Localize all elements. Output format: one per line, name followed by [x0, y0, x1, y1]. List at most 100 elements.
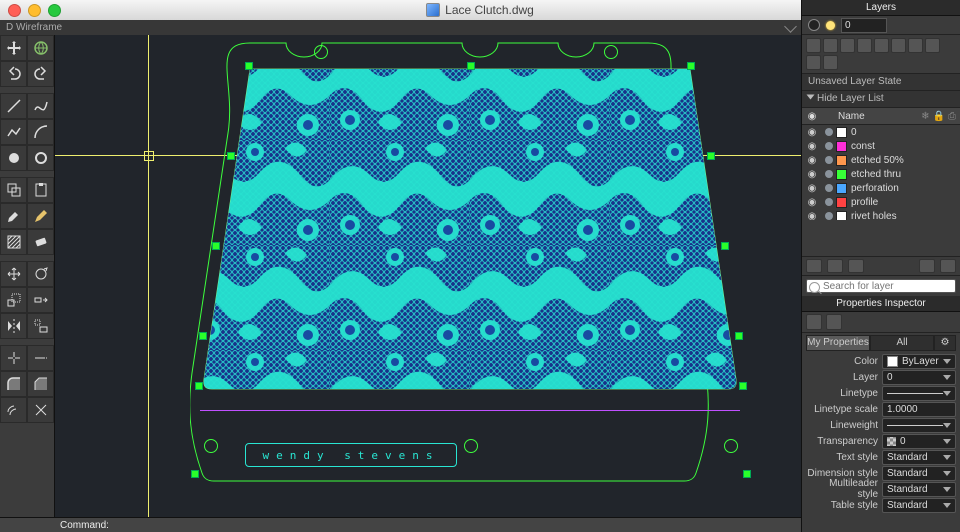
paste-tool[interactable] [27, 177, 54, 203]
current-layer-field[interactable] [841, 18, 887, 33]
zoom-window-button[interactable] [48, 4, 61, 17]
prop-layer-value[interactable]: 0 [882, 370, 956, 385]
layer-lock-icon[interactable] [874, 38, 889, 53]
prop-multileader-style-value[interactable]: Standard [882, 482, 956, 497]
eye-icon[interactable]: ◉ [802, 155, 822, 166]
layer-help-icon[interactable] [940, 259, 956, 273]
selection-grip[interactable] [195, 382, 203, 390]
eye-icon[interactable]: ◉ [802, 169, 822, 180]
rotate-tool[interactable] [27, 261, 54, 287]
prop-color-value[interactable]: ByLayer [882, 354, 956, 369]
prop-transparency-value[interactable]: 0 [882, 434, 956, 449]
move-tool[interactable] [0, 35, 27, 61]
layer-row[interactable]: ◉profile [802, 195, 960, 209]
layer-settings-icon[interactable] [919, 259, 935, 273]
layer-color-swatch[interactable] [836, 155, 847, 166]
ring-tool[interactable] [27, 145, 54, 171]
layer-previous-icon[interactable] [925, 38, 940, 53]
model-space-viewport[interactable]: wendy stevens [55, 35, 801, 518]
pencil-tool[interactable] [27, 203, 54, 229]
mirror-tool[interactable] [0, 313, 27, 339]
command-input[interactable] [113, 519, 801, 532]
no-selection-icon[interactable] [806, 314, 822, 330]
prop-linetype-scale-value[interactable]: 1.0000 [882, 402, 956, 417]
copy-tool[interactable] [0, 177, 27, 203]
selection-grip[interactable] [227, 152, 235, 160]
quick-select-icon[interactable] [826, 314, 842, 330]
layer-delete-icon[interactable] [823, 38, 838, 53]
selection-grip[interactable] [191, 470, 199, 478]
selection-grip[interactable] [721, 242, 729, 250]
circle-tool[interactable] [0, 145, 27, 171]
seg-all[interactable]: All [870, 335, 934, 351]
hatch-tool[interactable] [0, 229, 27, 255]
close-window-button[interactable] [8, 4, 21, 17]
align-tool[interactable] [27, 313, 54, 339]
selection-grip[interactable] [212, 242, 220, 250]
layer-color-swatch[interactable] [836, 183, 847, 194]
layer-row[interactable]: ◉0 [802, 125, 960, 139]
spline-tool[interactable] [27, 93, 54, 119]
eraser-tool[interactable] [27, 229, 54, 255]
layer-state-row[interactable]: Unsaved Layer State [802, 74, 960, 91]
selection-grip[interactable] [707, 152, 715, 160]
gear-icon[interactable]: ⚙ [934, 335, 956, 351]
chamfer-tool[interactable] [27, 371, 54, 397]
seg-my-properties[interactable]: My Properties [806, 335, 870, 351]
layer-new-icon[interactable] [806, 38, 821, 53]
visual-style-bar[interactable]: D Wireframe [0, 20, 801, 36]
layer-freeze-icon[interactable] [840, 38, 855, 53]
visibility-toggle-icon[interactable] [808, 19, 820, 31]
offset-tool[interactable] [0, 397, 27, 423]
command-line[interactable]: Command: [0, 517, 801, 532]
paint-tool[interactable] [0, 203, 27, 229]
layer-color-swatch[interactable] [836, 169, 847, 180]
layer-row[interactable]: ◉perforation [802, 181, 960, 195]
layer-isolate-icon[interactable] [806, 55, 821, 70]
layer-row[interactable]: ◉etched thru [802, 167, 960, 181]
layer-match-icon[interactable] [908, 38, 923, 53]
layer-row[interactable]: ◉etched 50% [802, 153, 960, 167]
layer-color-swatch[interactable] [836, 127, 847, 138]
globe-tool[interactable] [27, 35, 54, 61]
selection-grip[interactable] [687, 62, 695, 70]
layer-states-icon[interactable] [806, 259, 822, 273]
selection-grip[interactable] [735, 332, 743, 340]
eye-icon[interactable]: ◉ [802, 127, 822, 138]
layer-unisolate-icon[interactable] [823, 55, 838, 70]
layer-thaw-icon[interactable] [857, 38, 872, 53]
eye-icon[interactable]: ◉ [802, 197, 822, 208]
selection-grip[interactable] [739, 382, 747, 390]
trim-tool[interactable] [0, 345, 27, 371]
explode-tool[interactable] [27, 397, 54, 423]
layer-on-icon[interactable] [826, 21, 835, 30]
prop-linetype-value[interactable] [882, 386, 956, 401]
layer-row[interactable]: ◉const [802, 139, 960, 153]
prop-text-style-value[interactable]: Standard [882, 450, 956, 465]
eye-icon[interactable]: ◉ [802, 141, 822, 152]
eye-icon[interactable]: ◉ [802, 211, 822, 221]
layer-color-swatch[interactable] [836, 141, 847, 152]
stretch-tool[interactable] [27, 287, 54, 313]
eye-icon[interactable]: ◉ [802, 183, 822, 194]
prop-dimension-style-value[interactable]: Standard [882, 466, 956, 481]
layer-unlock-icon[interactable] [891, 38, 906, 53]
scale-tool[interactable] [0, 287, 27, 313]
pan-move-tool[interactable] [0, 261, 27, 287]
redo-tool[interactable] [27, 61, 54, 87]
layer-color-swatch[interactable] [836, 197, 847, 208]
polyline-tool[interactable] [0, 119, 27, 145]
name-column-header[interactable]: Name [836, 111, 902, 122]
fillet-tool[interactable] [0, 371, 27, 397]
arc-tool[interactable] [27, 119, 54, 145]
hide-layer-list-toggle[interactable]: Hide Layer List [802, 91, 960, 108]
layer-group-icon[interactable] [827, 259, 843, 273]
selection-grip[interactable] [199, 332, 207, 340]
layer-row[interactable]: ◉rivet holes [802, 209, 960, 220]
undo-tool[interactable] [0, 61, 27, 87]
layer-search-input[interactable] [806, 279, 956, 293]
line-tool[interactable] [0, 93, 27, 119]
selection-grip[interactable] [467, 62, 475, 70]
selection-grip[interactable] [743, 470, 751, 478]
layer-color-swatch[interactable] [836, 211, 847, 221]
